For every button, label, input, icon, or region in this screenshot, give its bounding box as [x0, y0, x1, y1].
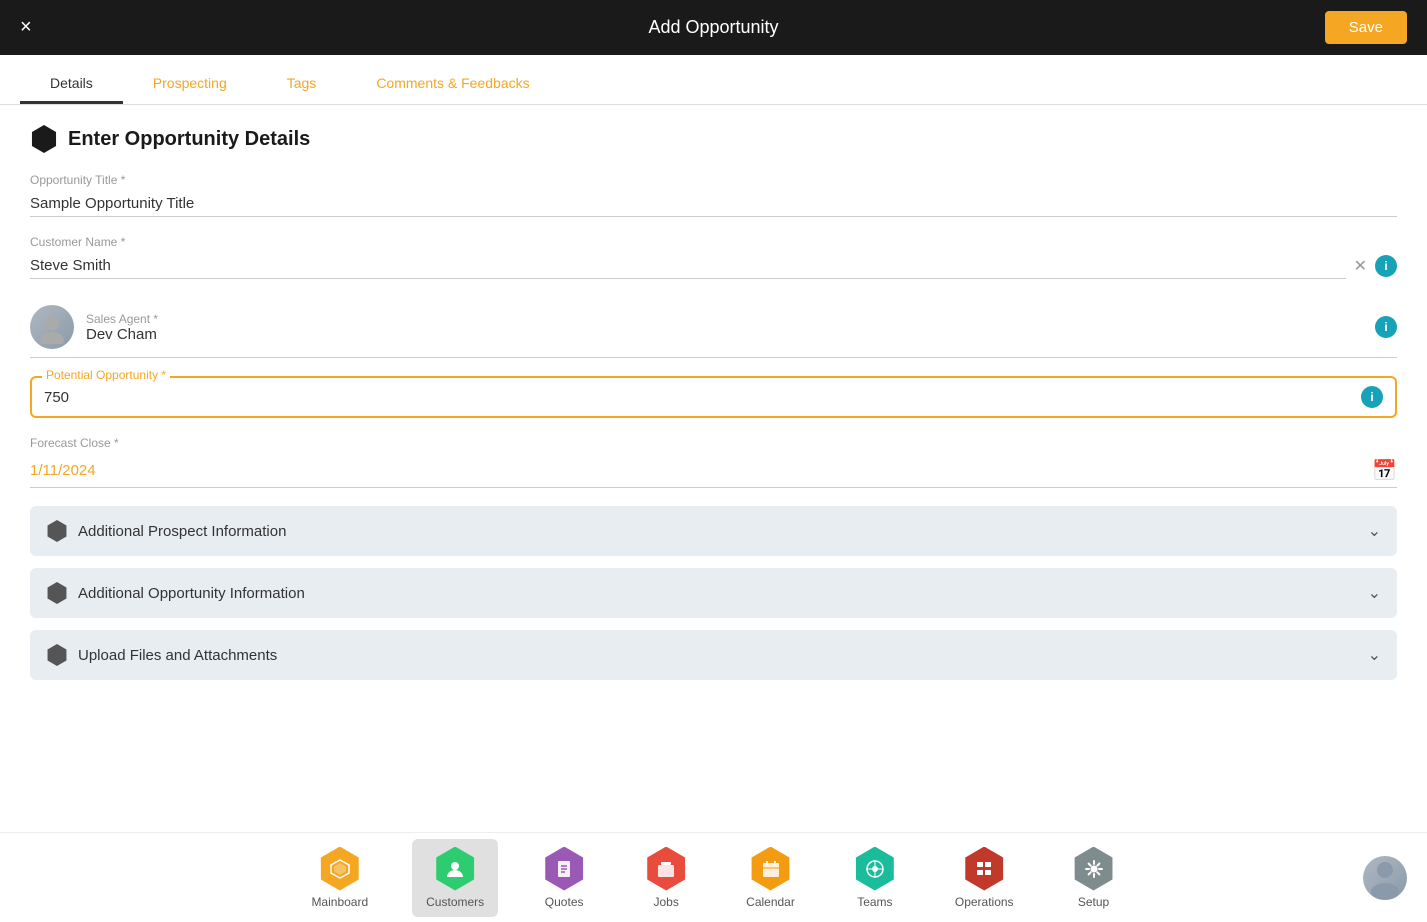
calendar-nav-icon: [749, 847, 793, 891]
additional-opportunity-info-section[interactable]: Additional Opportunity Information ⌄: [30, 568, 1397, 618]
jobs-label: Jobs: [653, 895, 678, 909]
tab-bar: Details Prospecting Tags Comments & Feed…: [0, 65, 1427, 105]
chevron-down-icon: ⌄: [1368, 521, 1381, 541]
nav-item-quotes[interactable]: Quotes: [528, 839, 600, 917]
customer-name-field: Customer Name * ✕ i: [30, 235, 1397, 279]
calendar-label: Calendar: [746, 895, 795, 909]
nav-item-mainboard[interactable]: Mainboard: [297, 839, 382, 917]
section-title: Enter Opportunity Details: [68, 128, 310, 151]
customer-name-input[interactable]: [30, 253, 1346, 279]
additional-prospect-info-section[interactable]: Additional Prospect Information ⌄: [30, 506, 1397, 556]
tab-prospecting[interactable]: Prospecting: [123, 65, 257, 104]
nav-item-setup[interactable]: Setup: [1058, 839, 1130, 917]
collapsible-left-3: Upload Files and Attachments: [46, 644, 277, 666]
potential-opportunity-inner: i: [44, 386, 1383, 408]
collapsible-hex-icon-3: [46, 644, 68, 666]
collapsible-hex-icon-2: [46, 582, 68, 604]
bottom-right-avatar[interactable]: [1363, 856, 1407, 900]
app-header: × Add Opportunity Save: [0, 0, 1427, 55]
customer-info-icon[interactable]: i: [1375, 255, 1397, 277]
setup-label: Setup: [1078, 895, 1109, 909]
upload-files-label: Upload Files and Attachments: [78, 647, 277, 664]
tab-tags[interactable]: Tags: [257, 65, 347, 104]
forecast-close-label: Forecast Close *: [30, 436, 1397, 450]
additional-opportunity-label: Additional Opportunity Information: [78, 585, 305, 602]
section-hex-icon: [30, 125, 58, 153]
sales-agent-name: Dev Cham: [86, 326, 1397, 343]
agent-info: Sales Agent * Dev Cham: [86, 312, 1397, 343]
calendar-icon[interactable]: 📅: [1372, 458, 1397, 483]
collapsible-hex-icon: [46, 520, 68, 542]
agent-row: Sales Agent * Dev Cham i: [30, 297, 1397, 358]
collapsible-left-2: Additional Opportunity Information: [46, 582, 305, 604]
potential-info-icon[interactable]: i: [1361, 386, 1383, 408]
jobs-icon: [644, 847, 688, 891]
agent-avatar: [30, 305, 74, 349]
nav-item-teams[interactable]: Teams: [839, 839, 911, 917]
additional-prospect-label: Additional Prospect Information: [78, 523, 286, 540]
potential-opportunity-field: Potential Opportunity * i: [30, 376, 1397, 418]
forecast-close-field: Forecast Close * 📅: [30, 436, 1397, 488]
tab-comments[interactable]: Comments & Feedbacks: [346, 65, 559, 104]
agent-avatar-image: [35, 310, 69, 344]
teams-label: Teams: [857, 895, 892, 909]
customers-icon: [433, 847, 477, 891]
operations-label: Operations: [955, 895, 1014, 909]
main-content: Enter Opportunity Details Opportunity Ti…: [0, 105, 1427, 832]
close-button[interactable]: ×: [20, 16, 32, 39]
avatar-image: [1363, 856, 1407, 900]
potential-opportunity-label: Potential Opportunity *: [42, 368, 170, 382]
page-title: Add Opportunity: [648, 17, 778, 38]
mainboard-icon: [318, 847, 362, 891]
customer-name-label: Customer Name *: [30, 235, 1397, 249]
nav-item-calendar[interactable]: Calendar: [732, 839, 809, 917]
upload-files-section[interactable]: Upload Files and Attachments ⌄: [30, 630, 1397, 680]
opportunity-title-label: Opportunity Title *: [30, 173, 1397, 187]
operations-icon: [962, 847, 1006, 891]
mainboard-label: Mainboard: [311, 895, 368, 909]
opportunity-title-input[interactable]: [30, 191, 1397, 217]
quotes-icon: [542, 847, 586, 891]
chevron-down-icon-3: ⌄: [1368, 645, 1381, 665]
tab-details[interactable]: Details: [20, 65, 123, 104]
potential-opportunity-input[interactable]: [44, 389, 1353, 406]
section-header: Enter Opportunity Details: [30, 125, 1397, 153]
save-button[interactable]: Save: [1325, 11, 1407, 44]
sales-agent-field: Sales Agent * Dev Cham i: [30, 297, 1397, 358]
forecast-close-wrapper: 📅: [30, 454, 1397, 488]
collapsible-left: Additional Prospect Information: [46, 520, 286, 542]
chevron-down-icon-2: ⌄: [1368, 583, 1381, 603]
customer-name-clear-icon[interactable]: ✕: [1354, 256, 1367, 276]
sales-agent-label: Sales Agent *: [86, 312, 1397, 326]
sales-agent-info-icon[interactable]: i: [1375, 316, 1397, 338]
customers-label: Customers: [426, 895, 484, 909]
customer-name-wrapper: ✕ i: [30, 253, 1397, 279]
setup-icon: [1072, 847, 1116, 891]
nav-item-jobs[interactable]: Jobs: [630, 839, 702, 917]
teams-icon: [853, 847, 897, 891]
bottom-navigation: Mainboard Customers Quotes Jobs Calendar…: [0, 832, 1427, 922]
nav-item-operations[interactable]: Operations: [941, 839, 1028, 917]
quotes-label: Quotes: [545, 895, 584, 909]
forecast-close-input[interactable]: [30, 462, 1372, 479]
opportunity-title-field: Opportunity Title *: [30, 173, 1397, 217]
nav-item-customers[interactable]: Customers: [412, 839, 498, 917]
